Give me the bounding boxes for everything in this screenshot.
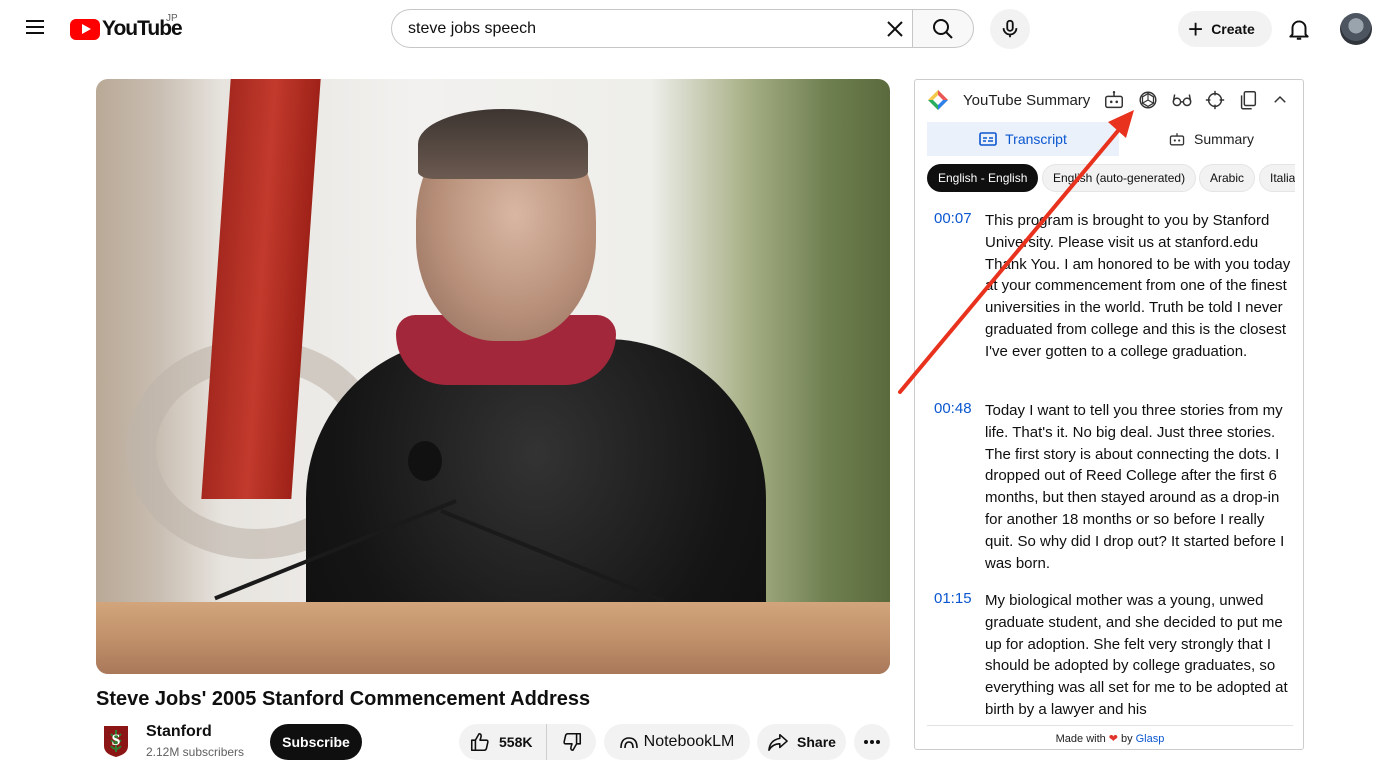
video-player[interactable] bbox=[96, 79, 890, 674]
stanford-channel-logo[interactable]: S bbox=[102, 724, 130, 758]
glasses-icon[interactable] bbox=[1171, 89, 1193, 111]
subscribe-button[interactable]: Subscribe bbox=[270, 724, 362, 760]
youtube-summary-panel: YouTube Summary Transcript Summary Engli… bbox=[914, 79, 1304, 750]
summary-bot-icon bbox=[1169, 133, 1185, 146]
youtube-logo[interactable]: YouTube bbox=[70, 16, 183, 42]
share-button[interactable]: Share bbox=[757, 724, 846, 760]
tab-summary-label: Summary bbox=[1194, 131, 1254, 147]
microphone-icon bbox=[1002, 19, 1018, 38]
panel-tabs: Transcript Summary bbox=[927, 122, 1303, 156]
transcript-entry[interactable]: 01:15 My biological mother was a young, … bbox=[915, 590, 1303, 726]
bot-icon[interactable] bbox=[1103, 89, 1125, 111]
like-count: 558K bbox=[499, 734, 533, 750]
svg-text:S: S bbox=[112, 732, 121, 749]
clear-search-icon[interactable] bbox=[883, 17, 907, 41]
create-label: Create bbox=[1211, 21, 1255, 37]
voice-search-button[interactable] bbox=[990, 9, 1030, 49]
notebooklm-label: NotebookLM bbox=[643, 733, 735, 750]
panel-header: YouTube Summary bbox=[915, 80, 1303, 120]
glasp-logo-icon bbox=[928, 90, 948, 110]
chip-italian[interactable]: Italian bbox=[1259, 164, 1295, 192]
video-title: Steve Jobs' 2005 Stanford Commencement A… bbox=[96, 688, 591, 710]
footer-made-with: Made with bbox=[1055, 732, 1106, 745]
share-arrow-icon bbox=[768, 733, 788, 751]
like-dislike-group: 558K bbox=[459, 724, 596, 760]
copy-icon[interactable] bbox=[1237, 89, 1259, 111]
video-podium bbox=[96, 602, 890, 674]
plus-icon: + bbox=[1188, 14, 1204, 44]
tab-transcript-label: Transcript bbox=[1005, 131, 1067, 147]
notebooklm-button[interactable]: NotebookLM bbox=[604, 724, 750, 760]
search-icon bbox=[933, 18, 953, 39]
transcript-text: My biological mother was a young, unwed … bbox=[985, 592, 1288, 718]
chatgpt-icon[interactable] bbox=[1137, 89, 1159, 111]
chip-english-auto[interactable]: English (auto-generated) bbox=[1042, 164, 1197, 192]
transcript-icon bbox=[979, 132, 997, 146]
notifications-icon[interactable] bbox=[1286, 16, 1312, 42]
transcript-list: 00:07 This program is brought to you by … bbox=[915, 206, 1303, 726]
share-label: Share bbox=[797, 734, 836, 750]
timestamp[interactable]: 00:48 bbox=[934, 400, 972, 417]
search-box bbox=[391, 9, 913, 48]
more-actions-button[interactable] bbox=[854, 724, 890, 760]
search-input[interactable] bbox=[408, 19, 868, 38]
chip-arabic[interactable]: Arabic bbox=[1199, 164, 1256, 192]
create-button[interactable]: + Create bbox=[1178, 11, 1272, 47]
tab-transcript[interactable]: Transcript bbox=[927, 122, 1119, 156]
dislike-button[interactable] bbox=[547, 724, 596, 760]
country-code: JP bbox=[166, 13, 178, 24]
language-chips: English - English English (auto-generate… bbox=[927, 164, 1295, 192]
more-horizontal-icon bbox=[864, 740, 880, 744]
search-button[interactable] bbox=[912, 9, 974, 48]
channel-name[interactable]: Stanford bbox=[146, 723, 212, 741]
transcript-entry[interactable]: 00:07 This program is brought to you by … bbox=[915, 210, 1303, 386]
top-bar: YouTube JP + Create bbox=[0, 0, 1400, 58]
collapse-chevron-icon[interactable] bbox=[1269, 89, 1291, 111]
tab-summary[interactable]: Summary bbox=[1119, 122, 1303, 156]
panel-footer: Made with ❤ by Glasp bbox=[927, 725, 1293, 749]
menu-icon[interactable] bbox=[22, 16, 48, 42]
transcript-text: This program is brought to you by Stanfo… bbox=[985, 212, 1291, 360]
subscriber-count: 2.12M subscribers bbox=[146, 745, 245, 759]
crosshair-icon[interactable] bbox=[1204, 89, 1226, 111]
transcript-entry[interactable]: 00:48 Today I want to tell you three sto… bbox=[915, 400, 1303, 576]
play-logo-icon bbox=[70, 18, 100, 40]
video-microphone bbox=[408, 441, 442, 481]
thumbs-down-icon bbox=[563, 732, 581, 752]
account-avatar[interactable] bbox=[1340, 13, 1372, 45]
heart-icon: ❤ bbox=[1108, 733, 1118, 745]
video-speaker-hair bbox=[418, 109, 588, 179]
thumbs-up-icon bbox=[470, 732, 489, 752]
chip-english[interactable]: English - English bbox=[927, 164, 1039, 192]
panel-title: YouTube Summary bbox=[963, 92, 1091, 109]
footer-by: by bbox=[1120, 732, 1133, 745]
glasp-link[interactable]: Glasp bbox=[1136, 733, 1165, 745]
notebooklm-icon bbox=[619, 737, 638, 749]
timestamp[interactable]: 01:15 bbox=[934, 590, 972, 607]
like-button[interactable]: 558K bbox=[459, 724, 548, 760]
timestamp[interactable]: 00:07 bbox=[934, 210, 972, 227]
transcript-text: Today I want to tell you three stories f… bbox=[985, 402, 1285, 572]
